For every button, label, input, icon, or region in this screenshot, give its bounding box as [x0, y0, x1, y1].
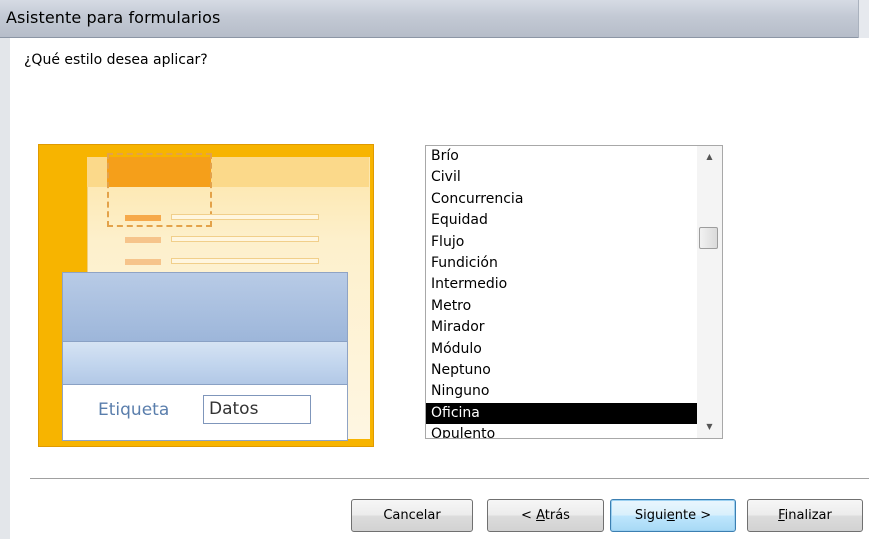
- style-list-item[interactable]: Brío: [426, 146, 697, 167]
- style-list-item[interactable]: Oficina: [426, 402, 697, 425]
- next-button[interactable]: Siguiente >: [610, 499, 736, 532]
- preview-form-header: [63, 273, 347, 341]
- style-list-item[interactable]: Civil: [426, 167, 697, 188]
- style-listbox[interactable]: Brío Civil Concurrencia Equidad Flujo Fundici…: [425, 145, 723, 439]
- style-list-item[interactable]: Flujo: [426, 232, 697, 253]
- preview-label-bar: [125, 237, 161, 243]
- wizard-question: ¿Qué estilo desea aplicar?: [24, 52, 208, 68]
- cancel-button-label: Cancelar: [383, 508, 441, 523]
- style-list-item[interactable]: Concurrencia: [426, 189, 697, 210]
- footer-divider: [30, 478, 869, 480]
- preview-field-bar: [171, 214, 319, 220]
- preview-label-bar: [125, 259, 161, 265]
- style-list-items: Brío Civil Concurrencia Equidad Flujo Fundici…: [426, 146, 697, 438]
- back-button[interactable]: < Atrás: [487, 499, 604, 532]
- arrow-down-icon[interactable]: ▼: [697, 420, 722, 434]
- style-list-item[interactable]: Intermedio: [426, 274, 697, 295]
- style-list-item[interactable]: Neptuno: [426, 360, 697, 381]
- preview-front-form: Etiqueta Datos: [62, 272, 348, 441]
- window-title: Asistente para formularios: [6, 8, 221, 27]
- title-bar-edge: [858, 0, 869, 38]
- preview-label-bar: [125, 215, 161, 221]
- next-button-label: Siguiente >: [634, 508, 712, 523]
- style-list-item[interactable]: Fundición: [426, 253, 697, 274]
- preview-data-field: Datos: [203, 395, 311, 424]
- listbox-scrollbar[interactable]: ▲ ▼: [697, 146, 722, 438]
- style-list-item[interactable]: Metro: [426, 296, 697, 317]
- finish-button[interactable]: Finalizar: [747, 499, 863, 532]
- finish-button-label: Finalizar: [778, 508, 832, 523]
- scrollbar-thumb[interactable]: [699, 227, 718, 249]
- preview-field-bar: [171, 236, 319, 242]
- style-list-item[interactable]: Mirador: [426, 317, 697, 338]
- style-list-item[interactable]: Ninguno: [426, 381, 697, 402]
- preview-label: Etiqueta: [98, 400, 170, 420]
- arrow-up-icon[interactable]: ▲: [697, 150, 722, 164]
- style-preview: Etiqueta Datos: [38, 144, 374, 447]
- preview-form-section-bar: [63, 341, 347, 385]
- preview-field-bar: [171, 258, 319, 264]
- back-button-label: < Atrás: [521, 508, 570, 523]
- title-bar: Asistente para formularios: [0, 0, 869, 38]
- style-list-item[interactable]: Opulento: [426, 424, 697, 438]
- style-list-item[interactable]: Módulo: [426, 339, 697, 360]
- cancel-button[interactable]: Cancelar: [351, 499, 473, 532]
- style-list-item[interactable]: Equidad: [426, 210, 697, 231]
